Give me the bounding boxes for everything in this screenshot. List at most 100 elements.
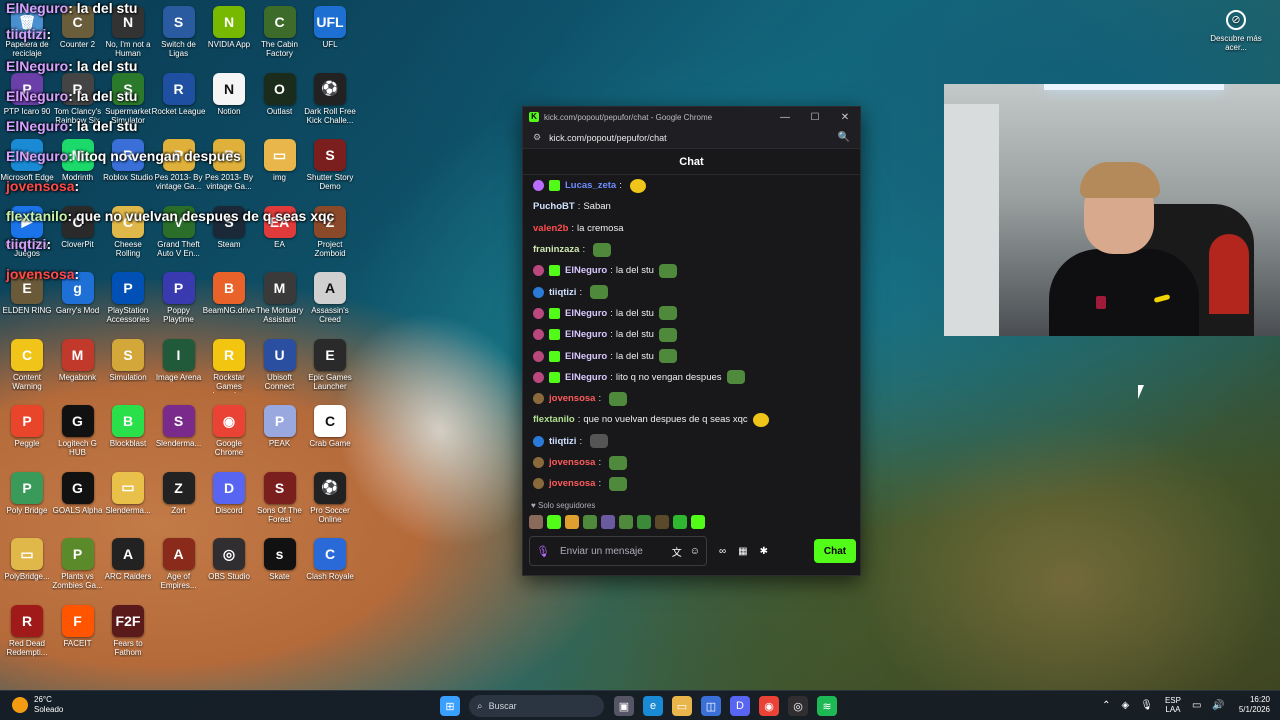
emote-icon[interactable]	[601, 515, 615, 529]
desktop-icon[interactable]: P Poly Bridge	[0, 471, 54, 515]
chat-message-list[interactable]: Lucas_zeta: PuchoBT: Saban valen2b: la cremo…	[523, 175, 860, 491]
windows-start-icon[interactable]: ⊞	[440, 696, 460, 716]
language-indicator[interactable]: ESP LAA	[1165, 696, 1181, 714]
desktop-icon[interactable]: P Plants vs Zombies Ga...	[51, 538, 105, 590]
desktop-icon[interactable]: RRockstar Games Launcher	[202, 338, 256, 393]
chat-message[interactable]: ElNeguro: la del stu	[533, 303, 850, 324]
minimize-button[interactable]: —	[770, 112, 800, 123]
chat-username[interactable]: Lucas_zeta	[565, 180, 616, 191]
chat-input[interactable]: 🎙 Enviar un mensaje 文 ☺	[529, 536, 707, 566]
edge-icon[interactable]: e	[643, 696, 663, 716]
volume-icon[interactable]: 🔊	[1212, 700, 1224, 711]
desktop-icon[interactable]: P PEAK	[253, 405, 307, 448]
desktop-icon[interactable]: C Content Warning	[0, 338, 54, 391]
desktop-icon[interactable]: F2F Fears to Fathom	[101, 604, 155, 657]
nvidia-tray-icon[interactable]: ◈	[1122, 700, 1130, 711]
emote-icon[interactable]	[583, 515, 597, 529]
desktop-icon[interactable]: S Shutter Story Demo	[303, 139, 357, 191]
desktop-icon[interactable]: S Switch de Ligas	[152, 6, 206, 58]
taskbar-search[interactable]: ⌕ Buscar	[469, 695, 604, 717]
chat-username[interactable]: franinzaza	[533, 244, 579, 255]
desktop-icon[interactable]: N NVIDIA App	[202, 6, 256, 49]
chat-message[interactable]: tiiqtizi:	[533, 431, 850, 452]
emote-icon[interactable]	[637, 515, 651, 529]
desktop-icon[interactable]: E Epic Games Launcher	[303, 338, 357, 391]
desktop-icon[interactable]: P Peggle	[0, 405, 54, 448]
desktop-icon[interactable]: G GOALS Alpha	[51, 471, 105, 515]
close-button[interactable]: ✕	[830, 112, 860, 123]
desktop-icon[interactable]: S Simulation	[101, 338, 155, 382]
desktop-icon[interactable]: ⚽ Pro Soccer Online	[303, 471, 357, 524]
desktop-icon[interactable]: ▭ Slenderma...	[101, 471, 155, 515]
desktop-icon[interactable]: ⚽ Dark Roll Free Kick Challe...	[303, 72, 357, 125]
chat-input-placeholder[interactable]: Enviar un mensaje	[560, 546, 664, 557]
window-titlebar[interactable]: K kick.com/popout/pepufor/chat - Google …	[523, 107, 860, 127]
desktop-icon[interactable]: C Crab Game	[303, 405, 357, 448]
chat-message[interactable]: tiiqtizi:	[533, 281, 850, 302]
chat-message[interactable]: jovensosa:	[533, 473, 850, 491]
chat-message[interactable]: jovensosa:	[533, 388, 850, 409]
chat-message[interactable]: ElNeguro: lito q no vengan despues	[533, 367, 850, 388]
chat-username[interactable]: ElNeguro	[565, 308, 607, 319]
chat-message[interactable]: ElNeguro: la del stu	[533, 324, 850, 345]
chat-username[interactable]: valen2b	[533, 223, 568, 234]
discover-shortcut[interactable]: ⊘ Descubre más acer...	[1206, 10, 1266, 52]
url-text[interactable]: kick.com/popout/pepufor/chat	[549, 133, 837, 143]
desktop-icon[interactable]: M The Mortuary Assistant	[253, 272, 307, 324]
task-view-icon[interactable]: ▣	[614, 696, 634, 716]
desktop-icon[interactable]: UFL UFL	[303, 6, 357, 49]
desktop-icon[interactable]: P Poppy Playtime	[152, 272, 206, 324]
obs-icon[interactable]: ◎	[788, 696, 808, 716]
desktop-icon[interactable]: ▭ PolyBridge...	[0, 538, 54, 581]
desktop-icon[interactable]: M Megabonk	[51, 338, 105, 382]
desktop-icon[interactable]: ▭ img	[253, 139, 307, 182]
microphone-tray-icon[interactable]: 🎙	[1140, 700, 1153, 711]
desktop-icon[interactable]: A ARC Raiders	[101, 538, 155, 581]
discord-icon[interactable]: D	[730, 696, 750, 716]
chat-message[interactable]: PuchoBT: Saban	[533, 196, 850, 217]
chat-username[interactable]: PuchoBT	[533, 201, 575, 212]
desktop-icon[interactable]: B Blockblast	[101, 405, 155, 448]
desktop-icon[interactable]: F FACEIT	[51, 604, 105, 648]
desktop-icon[interactable]: S Sons Of The Forest	[253, 471, 307, 524]
infinity-icon[interactable]: ∞	[719, 546, 726, 557]
chat-username[interactable]: jovensosa	[549, 478, 595, 489]
emote-icon[interactable]	[655, 515, 669, 529]
desktop-icon[interactable]: U Ubisoft Connect	[253, 338, 307, 391]
chat-username[interactable]: ElNeguro	[565, 372, 607, 383]
chat-username[interactable]: ElNeguro	[565, 329, 607, 340]
emote-icon[interactable]	[547, 515, 561, 529]
chat-message[interactable]: franinzaza:	[533, 239, 850, 260]
desktop-icon[interactable]: R Rocket League	[152, 72, 206, 116]
desktop-icon[interactable]: G Logitech G HUB	[51, 405, 105, 457]
microphone-icon[interactable]: 🎙	[536, 545, 550, 558]
chat-username[interactable]: flextanilo	[533, 414, 575, 425]
desktop-icon[interactable]: Z Zort	[152, 471, 206, 515]
emoji-icon[interactable]: ☺	[690, 546, 700, 557]
desktop-icon[interactable]: R Red Dead Redempti...	[0, 604, 54, 657]
emote-icon[interactable]	[565, 515, 579, 529]
network-icon[interactable]: ▭	[1192, 700, 1201, 711]
chat-message[interactable]: ElNeguro: la del stu	[533, 345, 850, 366]
emote-icon[interactable]	[673, 515, 687, 529]
settings-gear-icon[interactable]: ✱	[760, 546, 768, 557]
zoom-icon[interactable]: 🔍	[838, 132, 850, 143]
emote-icon[interactable]	[691, 515, 705, 529]
desktop-icon[interactable]: S Slenderma...	[152, 405, 206, 448]
emote-icon[interactable]	[529, 515, 543, 529]
chat-username[interactable]: tiiqtizi	[549, 287, 576, 298]
chat-message[interactable]: ElNeguro: la del stu	[533, 260, 850, 281]
desktop-icon[interactable]: P Pes 2013- By vintage Ga...	[152, 139, 206, 191]
desktop-icon[interactable]: C The Cabin Factory	[253, 6, 307, 58]
translate-icon[interactable]: 文	[672, 544, 682, 559]
send-chat-button[interactable]: Chat	[814, 539, 856, 563]
chat-username[interactable]: jovensosa	[549, 457, 595, 468]
desktop-icon[interactable]: P PlayStation Accessories	[101, 272, 155, 324]
emote-bar[interactable]	[529, 515, 705, 529]
clock[interactable]: 16:20 5/1/2026	[1239, 695, 1270, 715]
file-explorer-icon[interactable]: ▭	[672, 696, 692, 716]
desktop-icon[interactable]: A Assassin's Creed	[303, 272, 357, 324]
desktop-icon[interactable]: B BeamNG.drive	[202, 272, 256, 315]
chat-message[interactable]: Lucas_zeta:	[533, 175, 850, 196]
desktop-icon[interactable]: D Discord	[202, 471, 256, 515]
